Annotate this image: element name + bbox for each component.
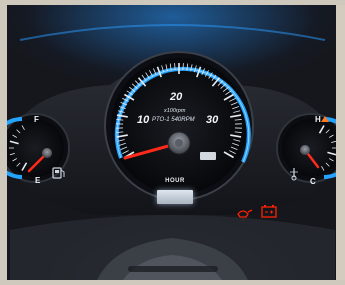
fuel-full-label: F <box>34 115 39 124</box>
instrument-cluster: 10 20 30 x100rpm PTO-1 540RPM F E H C <box>0 24 345 285</box>
speedometer-face <box>111 58 247 194</box>
photo-border-top <box>0 0 345 5</box>
photo-border-right <box>336 0 345 285</box>
speed-scale-20: 20 <box>169 91 183 103</box>
fuel-empty-label: E <box>35 176 41 185</box>
dash-glow <box>19 24 326 41</box>
unit-label: x100rpm <box>163 108 186 114</box>
photo-border-bottom <box>0 280 345 285</box>
speedometer-indicator <box>200 152 216 160</box>
speed-scale-30: 30 <box>206 114 219 126</box>
temp-cold-label: C <box>310 177 316 186</box>
hour-meter-label: HOUR <box>165 178 185 184</box>
speed-scale-10: 10 <box>137 114 150 126</box>
hour-meter-display <box>157 190 193 204</box>
photo-border-left <box>0 0 7 285</box>
pto-label: PTO-1 540RPM <box>152 117 195 123</box>
temp-hot-label: H <box>315 115 321 124</box>
